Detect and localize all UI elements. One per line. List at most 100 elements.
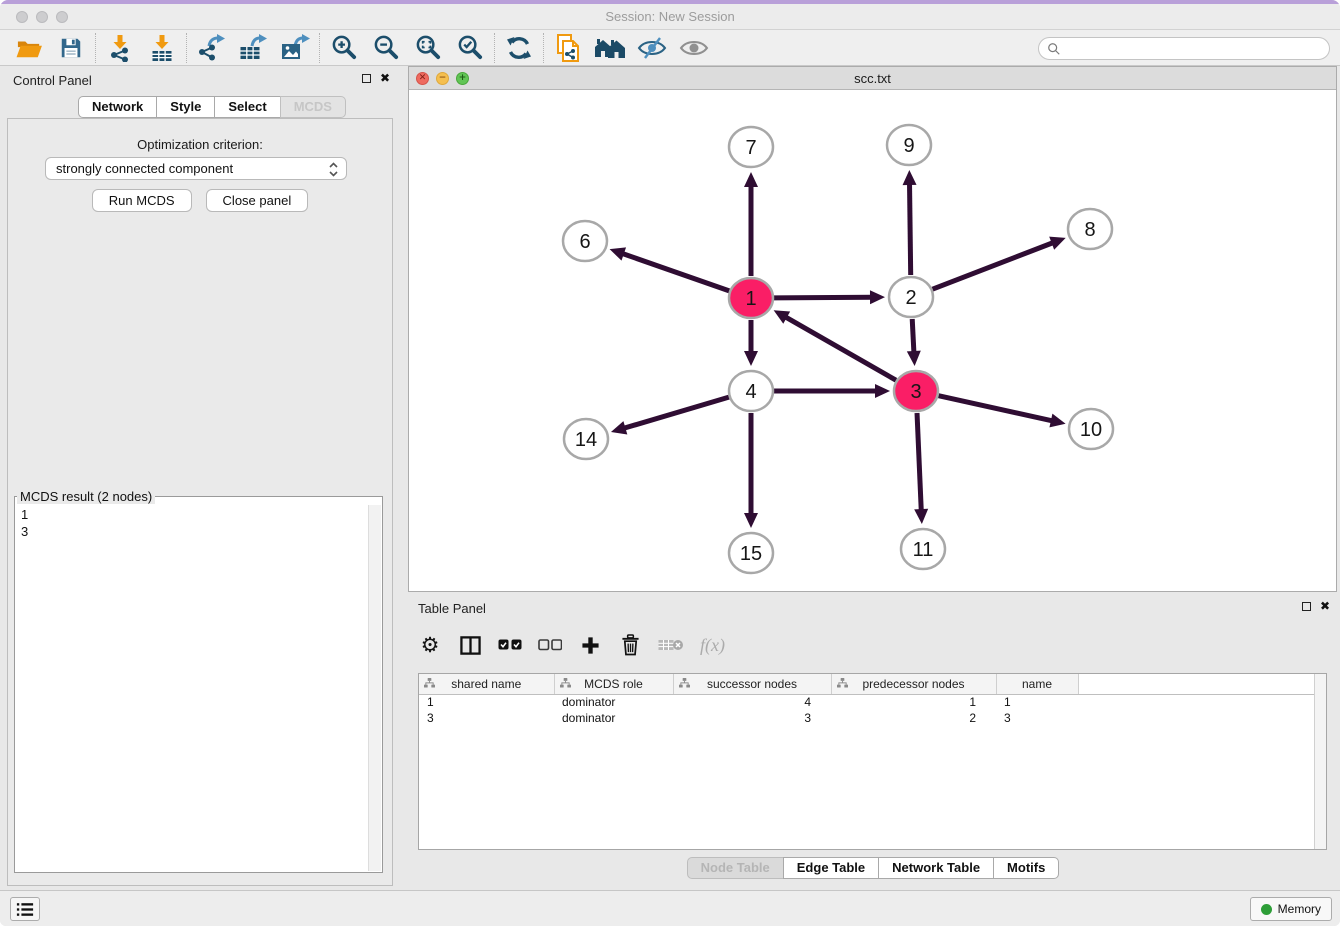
graph-edge-1-2[interactable]: [774, 297, 873, 298]
search-icon: [1047, 42, 1061, 56]
split-view-button[interactable]: [458, 635, 482, 656]
graph-edge-3-10[interactable]: [938, 396, 1053, 421]
network-canvas[interactable]: 7 9 6 8 1 2 4 3 14 10 15 11: [409, 90, 1336, 591]
close-table-panel-icon[interactable]: ✖: [1320, 601, 1330, 611]
tab-select[interactable]: Select: [214, 96, 280, 118]
graph-edge-1-6[interactable]: [621, 253, 729, 291]
float-panel-icon[interactable]: [362, 74, 371, 83]
mcds-result-item[interactable]: 3: [21, 523, 362, 540]
mcds-result-scrollbar[interactable]: [368, 505, 381, 871]
cell-successor-nodes[interactable]: 4: [673, 694, 831, 710]
graph-edge-3-1[interactable]: [784, 316, 896, 380]
import-network-button[interactable]: [99, 32, 141, 64]
delete-column-button[interactable]: [618, 634, 642, 656]
close-panel-icon[interactable]: ✖: [380, 73, 390, 83]
zoom-out-button[interactable]: [365, 32, 407, 64]
graph-edge-arrowhead: [744, 513, 758, 528]
table-tabs: Node TableEdge TableNetwork TableMotifs: [405, 857, 1340, 879]
column-header-mcds-role[interactable]: MCDS role: [554, 674, 673, 694]
cell-shared-name[interactable]: 3: [419, 710, 554, 726]
table-row[interactable]: 3dominator323: [419, 710, 1326, 726]
cell-predecessor-nodes[interactable]: 2: [831, 710, 996, 726]
memory-button[interactable]: Memory: [1250, 897, 1332, 921]
close-panel-button[interactable]: Close panel: [206, 189, 309, 212]
graph-edge-4-14[interactable]: [622, 397, 728, 429]
graph-node-label: 14: [575, 429, 597, 451]
column-header-shared-name[interactable]: shared name: [419, 674, 554, 694]
column-header-successor-nodes[interactable]: successor nodes: [673, 674, 831, 694]
table-row[interactable]: 1dominator411: [419, 694, 1326, 710]
graph-node-9[interactable]: 9: [887, 125, 931, 165]
cell-mcds-role[interactable]: dominator: [554, 710, 673, 726]
cell-mcds-role[interactable]: dominator: [554, 694, 673, 710]
panel-menu-button[interactable]: [10, 897, 40, 921]
graph-node-15[interactable]: 15: [729, 533, 773, 573]
search-box[interactable]: [1038, 37, 1330, 60]
export-table-button[interactable]: [232, 32, 274, 64]
graph-node-7[interactable]: 7: [729, 127, 773, 167]
mcds-result-item[interactable]: 1: [21, 506, 362, 523]
table-panel: Table Panel ✖ ⚙: [405, 595, 1340, 890]
graph-edge-2-8[interactable]: [933, 242, 1055, 289]
tab-node-table[interactable]: Node Table: [687, 857, 784, 879]
zoom-in-icon: [331, 34, 358, 61]
mcds-result-list[interactable]: 13: [15, 504, 368, 872]
float-table-panel-icon[interactable]: [1302, 602, 1311, 611]
graph-node-11[interactable]: 11: [901, 529, 945, 569]
cell-predecessor-nodes[interactable]: 1: [831, 694, 996, 710]
graph-edge-3-11[interactable]: [917, 413, 921, 512]
graph-node-2[interactable]: 2: [889, 277, 933, 317]
show-all-networks-button[interactable]: [589, 32, 631, 64]
refresh-icon: [506, 35, 532, 61]
cell-successor-nodes[interactable]: 3: [673, 710, 831, 726]
zoom-fit-button[interactable]: [407, 32, 449, 64]
graph-node-3[interactable]: 3: [894, 371, 938, 411]
cell-name[interactable]: 1: [996, 694, 1078, 710]
select-all-button[interactable]: [498, 638, 522, 652]
import-network-icon: [107, 34, 133, 62]
table-scrollbar[interactable]: [1314, 674, 1326, 849]
tab-network[interactable]: Network: [78, 96, 157, 118]
column-header-predecessor-nodes[interactable]: predecessor nodes: [831, 674, 996, 694]
tab-edge-table[interactable]: Edge Table: [783, 857, 879, 879]
graph-edge-2-3[interactable]: [912, 319, 914, 354]
save-session-button[interactable]: [50, 32, 92, 64]
table-settings-button[interactable]: ⚙: [418, 634, 442, 656]
tab-motifs[interactable]: Motifs: [993, 857, 1059, 879]
refresh-layout-button[interactable]: [498, 32, 540, 64]
cell-shared-name[interactable]: 1: [419, 694, 554, 710]
graph-node-6[interactable]: 6: [563, 221, 607, 261]
zoom-selected-button[interactable]: [449, 32, 491, 64]
graph-edge-2-9[interactable]: [910, 182, 911, 275]
graph-node-label: 4: [745, 381, 756, 403]
criterion-dropdown[interactable]: strongly connected component: [45, 157, 347, 180]
hide-selected-button[interactable]: [631, 32, 673, 64]
tab-network-table[interactable]: Network Table: [878, 857, 994, 879]
tab-style[interactable]: Style: [156, 96, 215, 118]
application-window: Session: New Session: [0, 0, 1340, 926]
column-header-name[interactable]: name: [996, 674, 1078, 694]
export-image-button[interactable]: [274, 32, 316, 64]
graph-node-1[interactable]: 1: [729, 278, 773, 318]
copy-network-button[interactable]: [547, 32, 589, 64]
zoom-in-button[interactable]: [323, 32, 365, 64]
export-network-button[interactable]: [190, 32, 232, 64]
graph-edge-arrowhead: [1049, 414, 1065, 428]
graph-node-label: 2: [905, 287, 916, 309]
graph-node-4[interactable]: 4: [729, 371, 773, 411]
open-session-button[interactable]: [8, 32, 50, 64]
tab-mcds[interactable]: MCDS: [280, 96, 346, 118]
search-input[interactable]: [1061, 41, 1321, 57]
delete-table-button[interactable]: [658, 637, 684, 653]
import-table-button[interactable]: [141, 32, 183, 64]
run-mcds-button[interactable]: Run MCDS: [92, 189, 192, 212]
cell-name[interactable]: 3: [996, 710, 1078, 726]
graph-node-8[interactable]: 8: [1068, 209, 1112, 249]
function-builder-button[interactable]: f(x): [700, 635, 725, 656]
graph-node-10[interactable]: 10: [1069, 409, 1113, 449]
add-column-button[interactable]: [578, 636, 602, 655]
memory-status-icon: [1261, 904, 1272, 915]
graph-node-14[interactable]: 14: [564, 419, 608, 459]
show-hidden-button[interactable]: [673, 32, 715, 64]
deselect-all-button[interactable]: [538, 638, 562, 652]
